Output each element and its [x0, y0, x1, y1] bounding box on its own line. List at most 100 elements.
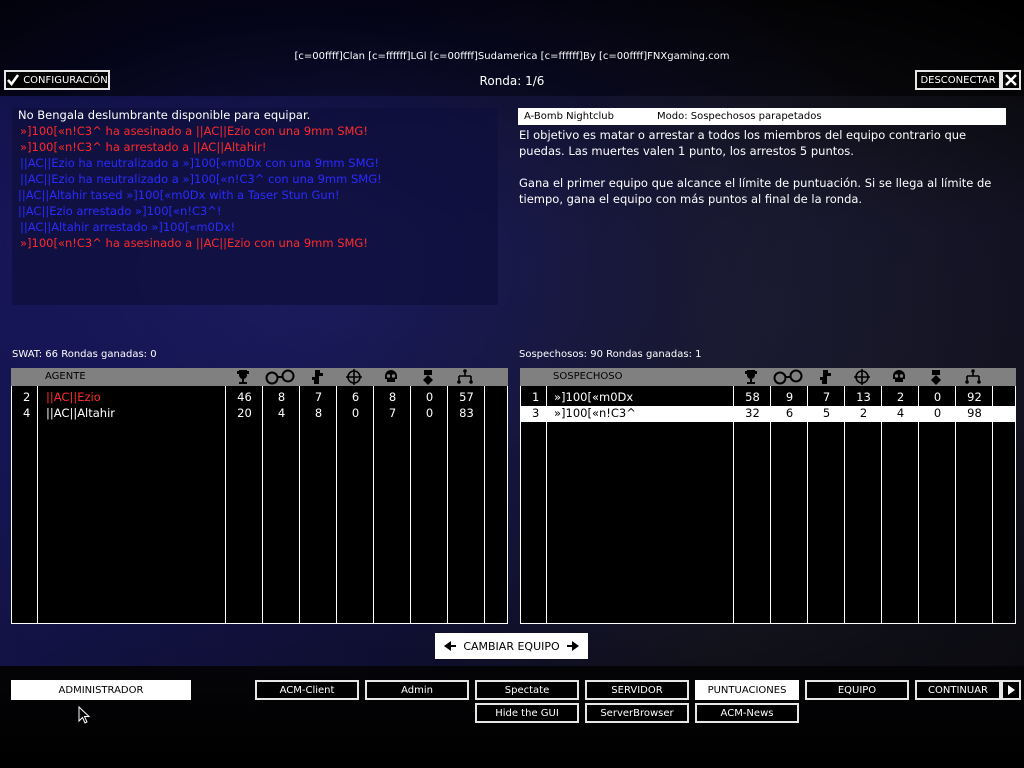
close-button[interactable]	[1001, 70, 1021, 90]
team-label: EQUIPO	[837, 684, 877, 696]
player-name: ||AC||Ezio	[46, 390, 101, 404]
disconnect-button[interactable]: DESCONECTAR	[915, 70, 1001, 90]
administrator-label: ADMINISTRADOR	[58, 684, 144, 696]
server-button[interactable]: SERVIDOR	[585, 680, 689, 700]
mission-info: A-Bomb Nightclub Modo: Sospechosos parap…	[518, 108, 1006, 207]
acm-news-button[interactable]: ACM-News	[695, 703, 799, 723]
medal-icon	[931, 370, 941, 385]
player-id: 4	[23, 406, 31, 420]
hide-gui-button[interactable]: Hide the GUI	[475, 703, 579, 723]
stat-ping: 92	[967, 390, 982, 404]
disconnect-label: DESCONECTAR	[920, 74, 996, 86]
stat-tased: 5	[822, 406, 831, 420]
handcuffs-icon	[265, 369, 295, 385]
player-name: »]100[«n!C3^	[554, 406, 636, 420]
stat-kills: 13	[856, 390, 871, 404]
stat-deaths: 2	[896, 390, 905, 404]
stat-medals: 0	[425, 406, 434, 420]
stat-score: 46	[237, 390, 252, 404]
scores-button[interactable]: PUNTUACIONES	[695, 680, 799, 700]
taser-icon	[312, 370, 323, 384]
stat-deaths: 4	[896, 406, 905, 420]
scores-label: PUNTUACIONES	[707, 684, 787, 696]
table-row[interactable]: 4 ||AC||Altahir 20 4 8 0 7 0 83	[12, 406, 507, 421]
player-id: 2	[23, 390, 31, 404]
stat-ping: 98	[967, 406, 982, 420]
stat-medals: 0	[933, 390, 942, 404]
swat-scoreboard: AGENTE 2 ||AC||Ezio 46 8 7 6 8 0 57 4 ||…	[11, 368, 508, 624]
server-browser-button[interactable]: ServerBrowser	[585, 703, 689, 723]
suspects-scoreboard: SOSPECHOSO 1 »]100[«m0Dx 58 9 7 13 2 0 9…	[520, 368, 1016, 624]
arrow-left-icon	[444, 641, 456, 651]
change-team-button[interactable]: CAMBIAR EQUIPO	[435, 633, 588, 659]
arrow-right-icon	[566, 641, 579, 651]
stat-arrests: 6	[785, 406, 794, 420]
table-row[interactable]: 2 ||AC||Ezio 46 8 7 6 8 0 57	[12, 390, 507, 405]
ping-icon	[457, 369, 473, 384]
stat-tased: 7	[822, 390, 831, 404]
stat-tased: 8	[314, 406, 323, 420]
ping-icon	[965, 369, 981, 384]
stat-medals: 0	[933, 406, 942, 420]
hide-gui-label: Hide the GUI	[495, 707, 559, 719]
stat-deaths: 7	[388, 406, 397, 420]
chat-line: ||AC||Ezio ha neutralizado a »]100[«m0Dx…	[20, 156, 380, 170]
trophy-icon	[237, 370, 249, 384]
stat-ping: 83	[459, 406, 474, 420]
cursor-icon	[78, 706, 91, 724]
config-button[interactable]: CONFIGURACIÓN	[4, 70, 110, 90]
player-name: ||AC||Altahir	[46, 406, 116, 420]
medal-icon	[423, 370, 433, 385]
acm-client-button[interactable]: ACM-Client	[255, 680, 359, 700]
acm-client-label: ACM-Client	[279, 684, 335, 696]
change-team-label: CAMBIAR EQUIPO	[463, 639, 560, 653]
stat-arrests: 8	[277, 390, 286, 404]
handcuffs-icon	[773, 369, 803, 385]
crosshair-icon	[854, 369, 870, 385]
stat-score: 32	[745, 406, 760, 420]
stat-kills: 2	[859, 406, 868, 420]
admin-label: Admin	[401, 684, 433, 696]
chat-line: »]100[«n!C3^ ha asesinado a ||AC||Ezio c…	[20, 124, 368, 138]
stat-tased: 7	[314, 390, 323, 404]
suspect-column-header: SOSPECHOSO	[553, 371, 623, 382]
stat-medals: 0	[425, 390, 434, 404]
checkmark-icon	[7, 74, 20, 87]
server-label: SERVIDOR	[611, 684, 663, 696]
close-icon	[1005, 74, 1017, 86]
mission-header: A-Bomb Nightclub Modo: Sospechosos parap…	[518, 108, 1006, 125]
chat-line: »]100[«n!C3^ ha arrestado a ||AC||Altahi…	[20, 140, 267, 154]
chat-line: ||AC||Ezio ha neutralizado a »]100[«n!C3…	[20, 172, 382, 186]
table-row-selected[interactable]: 3 »]100[«n!C3^ 32 6 5 2 4 0 98	[521, 406, 1015, 421]
chat-log: No Bengala deslumbrante disponible para …	[12, 108, 498, 305]
suspects-summary: Sospechosos: 90 Rondas ganadas: 1	[519, 349, 702, 360]
continue-label: CONTINUAR	[928, 684, 988, 696]
stat-score: 58	[745, 390, 760, 404]
stat-kills: 0	[351, 406, 360, 420]
win-condition-text: Gana el primer equipo que alcance el lím…	[519, 176, 992, 206]
administrator-button[interactable]: ADMINISTRADOR	[11, 680, 191, 700]
stat-kills: 6	[351, 390, 360, 404]
continue-arrow-button[interactable]	[1001, 680, 1021, 700]
player-id: 1	[532, 390, 540, 404]
admin-button[interactable]: Admin	[365, 680, 469, 700]
stat-score: 20	[237, 406, 252, 420]
round-indicator: Ronda: 1/6	[479, 74, 545, 88]
server-title: [c=00ffff]Clan [c=ffffff]LGl [c=00ffff]S…	[294, 51, 730, 62]
continue-button[interactable]: CONTINUAR	[915, 680, 1001, 700]
spectate-button[interactable]: Spectate	[475, 680, 579, 700]
player-name: »]100[«m0Dx	[554, 390, 634, 404]
player-id: 3	[532, 406, 540, 420]
table-row[interactable]: 1 »]100[«m0Dx 58 9 7 13 2 0 92	[521, 390, 1015, 405]
chat-line: »]100[«n!C3^ ha asesinado a ||AC||Ezio c…	[20, 236, 368, 250]
game-mode: Modo: Sospechosos parapetados	[657, 111, 822, 122]
map-name: A-Bomb Nightclub	[524, 111, 614, 122]
stat-ping: 57	[459, 390, 474, 404]
skull-icon	[893, 370, 905, 382]
agent-column-header: AGENTE	[45, 371, 86, 382]
acm-news-label: ACM-News	[720, 707, 774, 719]
team-button[interactable]: EQUIPO	[805, 680, 909, 700]
server-browser-label: ServerBrowser	[600, 707, 674, 719]
chat-line: ||AC||Altahir tased »]100[«m0Dx with a T…	[18, 188, 340, 202]
swat-summary: SWAT: 66 Rondas ganadas: 0	[12, 349, 157, 360]
